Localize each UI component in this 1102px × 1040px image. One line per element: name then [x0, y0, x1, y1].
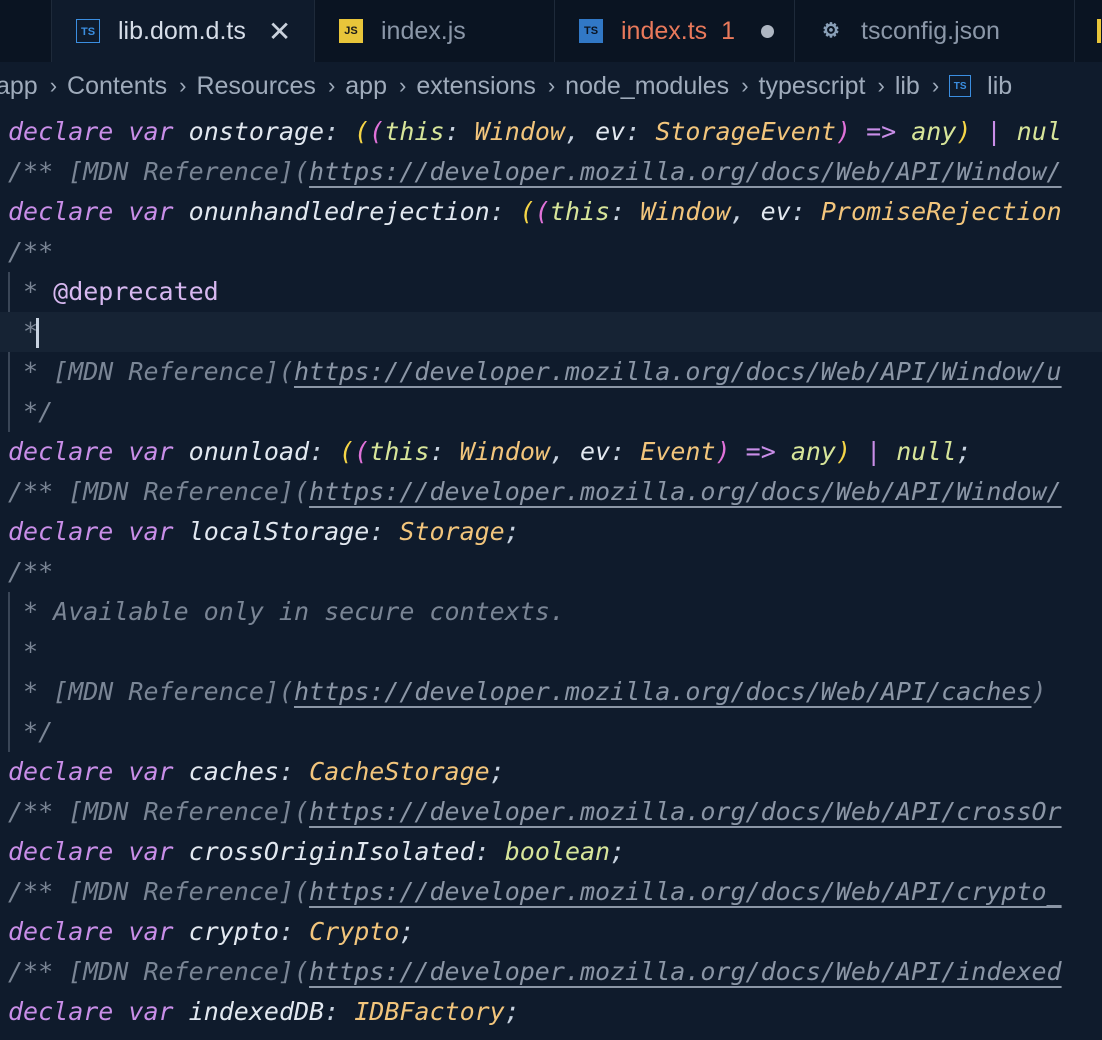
code-line: declare var crypto: Crypto;: [8, 917, 415, 946]
code-line: /**: [8, 557, 54, 586]
mdn-link[interactable]: https://developer.mozilla.org/docs/Web/A…: [294, 677, 1032, 706]
chevron-right-icon: ›: [398, 73, 407, 98]
unsaved-dot-icon[interactable]: [761, 24, 775, 38]
code-line: /**: [8, 237, 54, 266]
tab-label: tsconfig.json: [861, 16, 1000, 45]
typescript-file-icon: TS: [76, 19, 100, 43]
chevron-right-icon: ›: [179, 73, 187, 98]
tab-index-ts[interactable]: TS index.ts 1: [555, 0, 795, 62]
code-editor[interactable]: declare var onstorage: ((this: Window, e…: [0, 112, 1102, 1040]
code-line: * [MDN Reference](https://developer.mozi…: [8, 677, 1047, 706]
code-line: /** [MDN Reference](https://developer.mo…: [8, 157, 1062, 186]
code-line-current: *: [0, 312, 1102, 352]
tab-label: index.js: [381, 16, 466, 45]
code-line: /** [MDN Reference](https://developer.mo…: [8, 957, 1062, 986]
close-icon[interactable]: ✕: [268, 15, 291, 48]
breadcrumb-item[interactable]: app: [345, 72, 387, 101]
text-cursor: [36, 318, 40, 348]
code-line: /** [MDN Reference](https://developer.mo…: [8, 877, 1062, 906]
javascript-file-icon: [1097, 19, 1101, 43]
tsconfig-file-icon: ⚙: [822, 20, 840, 42]
tab-next-partial[interactable]: [1075, 0, 1102, 62]
breadcrumb-item[interactable]: typescript: [759, 72, 866, 101]
mdn-link[interactable]: https://developer.mozilla.org/docs/Web/A…: [309, 957, 1062, 986]
mdn-link[interactable]: https://developer.mozilla.org/docs/Web/A…: [309, 797, 1062, 826]
code-line: declare var localStorage: Storage;: [8, 517, 520, 546]
code-line: *: [8, 637, 39, 666]
breadcrumb-item[interactable]: lib: [895, 72, 920, 101]
breadcrumb-item[interactable]: Resources: [196, 72, 316, 101]
breadcrumb-item[interactable]: app: [0, 72, 38, 101]
breadcrumb-item[interactable]: node_modules: [565, 72, 729, 101]
mdn-link[interactable]: https://developer.mozilla.org/docs/Web/A…: [309, 477, 1062, 506]
code-line: /** [MDN Reference](https://developer.mo…: [8, 797, 1062, 826]
code-line: * Available only in secure contexts.: [8, 597, 565, 626]
code-line: declare var onstorage: ((this: Window, e…: [8, 117, 1062, 146]
chevron-right-icon: ›: [327, 73, 336, 98]
code-line: declare var onunload: ((this: Window, ev…: [8, 437, 972, 466]
chevron-right-icon: ›: [741, 73, 749, 98]
code-line: declare var onunhandledrejection: ((this…: [8, 197, 1062, 226]
tab-tsconfig-json[interactable]: ⚙ tsconfig.json: [795, 0, 1075, 62]
code-line: * @deprecated: [8, 277, 219, 306]
breadcrumb: app › Contents › Resources › app › exten…: [0, 62, 1102, 110]
chevron-right-icon: ›: [877, 73, 885, 98]
code-line: */: [8, 397, 54, 426]
breadcrumb-item[interactable]: lib: [987, 72, 1012, 101]
mdn-link[interactable]: https://developer.mozilla.org/docs/Web/A…: [294, 357, 1062, 386]
breadcrumb-item[interactable]: extensions: [416, 72, 536, 101]
code-line: /** [MDN Reference](https://developer.mo…: [8, 477, 1062, 506]
code-line: */: [8, 717, 54, 746]
code-line: * [MDN Reference](https://developer.mozi…: [8, 357, 1062, 386]
mdn-link[interactable]: https://developer.mozilla.org/docs/Web/A…: [309, 877, 1062, 906]
tab-index-js[interactable]: JS index.js: [315, 0, 555, 62]
tab-bar: TS lib.dom.d.ts ✕ JS index.js TS index.t…: [0, 0, 1102, 62]
code-line: declare var indexedDB: IDBFactory;: [8, 997, 520, 1026]
chevron-right-icon: ›: [49, 73, 58, 98]
tab-lib-dom-d-ts[interactable]: TS lib.dom.d.ts ✕: [52, 0, 315, 62]
code-line: declare var crossOriginIsolated: boolean…: [8, 837, 626, 866]
tab-label: index.ts: [621, 16, 708, 45]
tab-label: lib.dom.d.ts: [118, 16, 246, 45]
typescript-file-icon: TS: [579, 19, 603, 43]
chevron-right-icon: ›: [547, 73, 556, 98]
problem-count-badge: 1: [721, 16, 736, 45]
tab-overflow: [0, 0, 52, 62]
code-line: declare var caches: CacheStorage;: [8, 757, 505, 786]
mdn-link[interactable]: https://developer.mozilla.org/docs/Web/A…: [309, 157, 1062, 186]
javascript-file-icon: JS: [339, 19, 363, 43]
chevron-right-icon: ›: [931, 73, 940, 98]
breadcrumb-item[interactable]: Contents: [67, 72, 167, 101]
typescript-file-icon: TS: [949, 75, 972, 97]
